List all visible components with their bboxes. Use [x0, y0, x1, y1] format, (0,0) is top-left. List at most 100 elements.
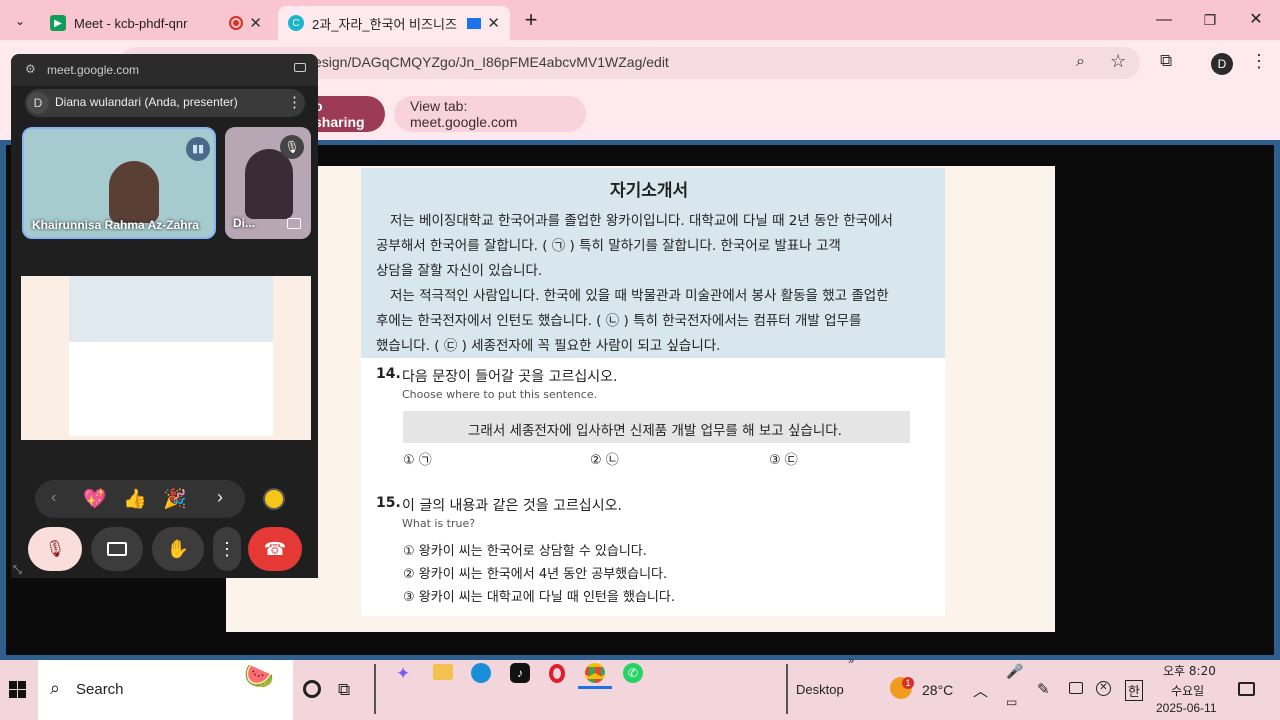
new-tab-button[interactable]: + — [520, 8, 542, 32]
show-hidden-icons-chevron-icon[interactable]: ︿ — [973, 680, 988, 701]
participant-tile[interactable]: ▮▮ Khairunnisa Rahma Az-Zahra — [22, 127, 216, 239]
tab-label: Meet - kcb-phdf-qnr — [74, 15, 188, 31]
view-tab-button[interactable]: View tab: meet.google.com — [394, 96, 586, 132]
taskbar-search-box[interactable]: ⌕ Search 🍉 — [38, 660, 293, 720]
close-icon[interactable]: ✕ — [487, 14, 500, 32]
weather-temp[interactable]: 28°C — [922, 682, 953, 698]
document-title: 자기소개서 — [610, 181, 689, 201]
task-view-icon[interactable]: ⧉ — [338, 680, 350, 700]
desktop-toolbar-label[interactable]: Desktop — [796, 682, 844, 697]
camera-icon — [107, 542, 127, 556]
clock-time[interactable]: 오후 8:20 — [1163, 662, 1216, 679]
meet-icon: ▶ — [50, 15, 66, 31]
menu-icon[interactable]: ⋮ — [1250, 51, 1268, 72]
site-info-icon[interactable]: ⚙ — [25, 62, 36, 76]
extensions-icon[interactable]: ⧉ — [1160, 51, 1172, 71]
back-to-tab-icon[interactable] — [294, 63, 306, 72]
search-icon: ⌕ — [50, 678, 61, 698]
clock-date[interactable]: 2025-06-11 — [1156, 701, 1217, 715]
meet-url: meet.google.com — [47, 63, 140, 77]
chrome-icon[interactable] — [585, 663, 605, 683]
reaction-heart[interactable]: 💖 — [83, 487, 107, 511]
option: ② ㉡ — [590, 453, 619, 468]
question-subtitle: What is true? — [402, 517, 476, 530]
pip-icon[interactable] — [287, 218, 301, 229]
option: ③ ㉢ — [769, 453, 798, 468]
speaking-indicator-icon: ▮▮ — [186, 137, 210, 161]
tab-label: 2과_자라_한국어 비즈니즈 — [312, 16, 457, 32]
option: ③ 왕카이 씨는 대학교에 다닐 때 인턴을 했습니다. — [403, 590, 675, 605]
tab-search-button[interactable]: ⌄ — [8, 10, 32, 32]
passage-line: 상담을 잘할 자신이 있습니다. — [376, 263, 543, 279]
search-label: Search — [76, 681, 124, 698]
reaction-party[interactable]: 🎉 — [163, 487, 187, 511]
profile-avatar[interactable]: D — [1211, 53, 1233, 75]
option: ① ㉠ — [403, 453, 432, 468]
overflow-chevron-icon[interactable]: » — [848, 655, 854, 667]
taskbar-divider — [374, 664, 376, 714]
reactions-bar: ‹ 💖 👍 🎉 › — [35, 480, 245, 518]
tab-canva[interactable]: C 2과_자라_한국어 비즈니즈 ✕ — [278, 6, 510, 40]
close-icon[interactable]: ✕ — [249, 14, 262, 32]
clock-day[interactable]: 수요일 — [1171, 682, 1204, 699]
network-tray-icon[interactable]: ▭ — [1006, 695, 1017, 709]
start-button[interactable] — [9, 681, 26, 698]
meet-pip-window[interactable]: ⚙ meet.google.com D Diana wulandari (And… — [11, 54, 318, 578]
notifications-icon[interactable] — [1238, 682, 1255, 696]
passage-line: 저는 적극적인 사람입니다. 한국에 있을 때 박물관과 미술관에서 봉사 활동… — [390, 288, 889, 304]
taskbar-divider — [786, 664, 788, 714]
preview-passage — [69, 276, 273, 342]
question-number: 15. — [376, 495, 401, 511]
tiktok-icon[interactable]: ♪ — [510, 663, 530, 683]
whatsapp-icon[interactable]: ✆ — [623, 663, 643, 683]
opera-icon[interactable] — [549, 664, 565, 683]
question-subtitle: Choose where to put this sentence. — [402, 388, 598, 401]
option: ② 왕카이 씨는 한국에서 4년 동안 공부했습니다. — [403, 567, 668, 582]
presenter-name: Diana wulandari (Anda, presenter) — [55, 95, 238, 109]
participant-name: Di... — [233, 216, 256, 230]
zoom-icon[interactable]: ⌕ — [1076, 53, 1085, 71]
presenter-bar: D Diana wulandari (Anda, presenter) ⋮ — [25, 89, 305, 117]
tab-strip: ⌄ ▶ Meet - kcb-phdf-qnr ✕ C 2과_자라_한국어 비즈… — [0, 0, 1280, 40]
participant-name: Khairunnisa Rahma Az-Zahra — [32, 218, 199, 232]
mic-toggle-button[interactable]: 🎙 — [28, 527, 82, 571]
search-highlight-icon: 🍉 — [244, 663, 274, 690]
casting-icon — [467, 17, 482, 29]
microphone-tray-icon[interactable]: 🎤 — [1006, 663, 1023, 680]
question-text: 다음 문장이 들어갈 곳을 고르십시오. — [402, 369, 618, 385]
minimize-button[interactable]: — — [1144, 8, 1184, 32]
pen-tray-icon[interactable]: ✎ — [1037, 680, 1050, 698]
more-options-button[interactable]: ⋮ — [213, 527, 241, 571]
participant-video — [109, 161, 159, 223]
chevron-left-icon[interactable]: ‹ — [51, 489, 56, 507]
cortana-icon[interactable] — [303, 680, 321, 698]
reaction-thumbs-up[interactable]: 👍 — [123, 487, 147, 511]
active-app-indicator — [578, 686, 612, 689]
meet-title-bar: ⚙ meet.google.com — [11, 54, 318, 86]
mic-muted-icon: 🎙 — [280, 135, 304, 159]
volume-muted-tray-icon[interactable]: ✕ — [1096, 681, 1111, 696]
more-options-icon[interactable]: ⋮ — [287, 93, 302, 111]
passage-line: 저는 베이징대학교 한국어과를 졸업한 왕카이입니다. 대학교에 다닐 때 2년… — [390, 213, 893, 229]
close-window-button[interactable]: ✕ — [1236, 8, 1276, 32]
restore-button[interactable]: ❐ — [1190, 8, 1230, 32]
raise-hand-button[interactable]: ✋ — [152, 527, 204, 571]
reaction-skin-tone-button[interactable] — [263, 488, 285, 510]
participant-tile[interactable]: 🎙 Di... — [225, 127, 311, 239]
copilot-icon[interactable]: ✦ — [396, 664, 410, 684]
ime-indicator[interactable]: 한 — [1125, 680, 1143, 701]
file-explorer-icon[interactable] — [433, 664, 453, 680]
tab-meet[interactable]: ▶ Meet - kcb-phdf-qnr ✕ — [40, 6, 272, 40]
bookmark-star-icon[interactable]: ☆ — [1110, 51, 1126, 72]
resize-handle-icon[interactable]: ⤡ — [13, 564, 22, 577]
presentation-preview[interactable] — [21, 276, 311, 440]
edge-icon[interactable] — [471, 663, 491, 683]
battery-tray-icon[interactable] — [1069, 682, 1083, 694]
camera-toggle-button[interactable] — [91, 527, 143, 571]
chevron-right-icon[interactable]: › — [217, 487, 223, 508]
question-number: 14. — [376, 366, 401, 382]
sentence-text: 그래서 세종전자에 입사하면 신제품 개발 업무를 해 보고 싶습니다. — [468, 423, 842, 439]
passage-line: 공부해서 한국어를 잘합니다. ( ㉠ ) 특히 말하기를 잘합니다. 한국어로… — [376, 238, 841, 254]
canva-icon: C — [288, 15, 304, 31]
leave-call-button[interactable]: ☎ — [248, 527, 302, 571]
